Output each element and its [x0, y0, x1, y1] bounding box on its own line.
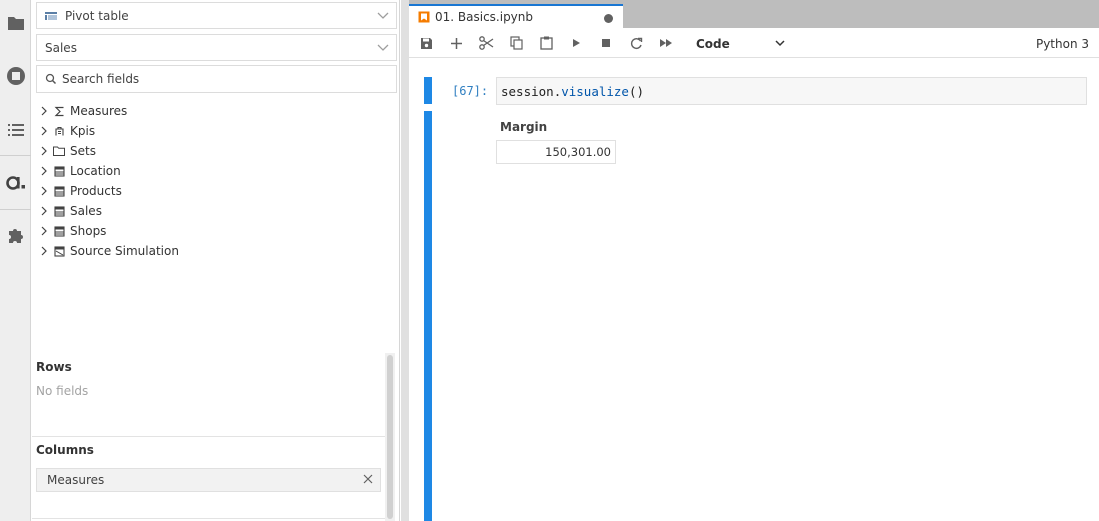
- simulation-icon: [51, 245, 67, 257]
- tab-bar: 01. Basics.ipynb: [409, 0, 1099, 28]
- unsaved-dot-icon[interactable]: [604, 14, 613, 23]
- chevron-right-icon[interactable]: [37, 146, 51, 156]
- scrollbar-thumb[interactable]: [387, 355, 393, 519]
- cube-select[interactable]: Sales: [36, 34, 397, 61]
- running-icon[interactable]: [0, 64, 31, 88]
- notebook-area: [67]: session. visualize() Margin 150,301…: [409, 59, 1099, 521]
- save-icon[interactable]: [417, 34, 435, 52]
- search-fields[interactable]: [36, 65, 397, 93]
- paste-icon[interactable]: [537, 34, 555, 52]
- kpi-icon: [51, 126, 67, 137]
- tree-item-label: Measures: [70, 104, 128, 118]
- tree-item-sales[interactable]: Sales: [37, 201, 392, 221]
- run-icon[interactable]: [567, 34, 585, 52]
- tab-label: 01. Basics.ipynb: [435, 10, 534, 24]
- tree-item-label: Sales: [70, 204, 102, 218]
- extension-icon[interactable]: [0, 224, 31, 248]
- notebook-icon: [418, 11, 430, 23]
- cut-icon[interactable]: [477, 34, 495, 52]
- chevron-right-icon[interactable]: [37, 166, 51, 176]
- search-icon: [45, 73, 57, 85]
- notebook-toolbar: Code Python 3: [409, 28, 1099, 58]
- code-function: visualize: [561, 83, 629, 99]
- rows-section-title: Rows: [36, 360, 72, 374]
- chevron-right-icon[interactable]: [37, 186, 51, 196]
- toc-icon[interactable]: [0, 118, 31, 142]
- tree-item-source-simulation[interactable]: Source Simulation: [37, 241, 392, 261]
- output-pivot-table: Margin 150,301.00: [496, 114, 616, 164]
- tree-item-label: Shops: [70, 224, 107, 238]
- tree-item-label: Products: [70, 184, 122, 198]
- folder-icon: [51, 146, 67, 156]
- tab-notebook[interactable]: 01. Basics.ipynb: [409, 4, 623, 28]
- table-icon: [51, 165, 67, 177]
- pivot-table-icon: [45, 11, 57, 20]
- chevron-right-icon[interactable]: [37, 126, 51, 136]
- stop-icon[interactable]: [597, 34, 615, 52]
- chevron-right-icon[interactable]: [37, 246, 51, 256]
- panel-splitter[interactable]: [401, 0, 409, 521]
- output-collapser[interactable]: [424, 111, 432, 521]
- search-fields-input[interactable]: [62, 72, 362, 86]
- chevron-right-icon[interactable]: [37, 206, 51, 216]
- code-dot: .: [553, 83, 562, 99]
- rows-empty-label: No fields: [36, 384, 89, 398]
- tree-item-label: Location: [70, 164, 121, 178]
- activity-bar: [0, 0, 31, 521]
- atoti-panel: Pivot table Sales Measures Kpis Sets Locati…: [32, 0, 400, 521]
- output-column-header[interactable]: Margin: [496, 114, 616, 140]
- section-divider: [32, 518, 385, 519]
- table-icon: [51, 225, 67, 237]
- table-icon: [51, 205, 67, 217]
- cube-select-value: Sales: [45, 40, 77, 55]
- cell-type-value: Code: [696, 37, 730, 51]
- scrollbar[interactable]: [385, 353, 395, 521]
- code-object: session: [501, 83, 554, 99]
- columns-chip-measures[interactable]: Measures: [36, 468, 381, 492]
- restart-icon[interactable]: [627, 34, 645, 52]
- tree-item-location[interactable]: Location: [37, 161, 392, 181]
- tree-item-label: Kpis: [70, 124, 96, 138]
- widget-select[interactable]: Pivot table: [36, 2, 397, 29]
- chevron-down-icon: [774, 37, 786, 52]
- tree-item-label: Sets: [70, 144, 96, 158]
- tree-item-products[interactable]: Products: [37, 181, 392, 201]
- table-icon: [51, 185, 67, 197]
- tree-item-label: Source Simulation: [70, 244, 179, 258]
- code-args: (): [628, 83, 645, 99]
- cell-type-select[interactable]: Code: [696, 35, 786, 53]
- output-value-cell[interactable]: 150,301.00: [496, 140, 616, 164]
- chevron-down-icon: [376, 41, 390, 58]
- columns-section-title: Columns: [36, 443, 94, 457]
- sigma-icon: [51, 106, 67, 117]
- field-tree: Measures Kpis Sets Location Products Sales Sho…: [37, 101, 392, 261]
- atoti-icon[interactable]: [0, 170, 31, 194]
- tree-item-shops[interactable]: Shops: [37, 221, 392, 241]
- chevron-right-icon[interactable]: [37, 226, 51, 236]
- folder-icon[interactable]: [0, 11, 31, 35]
- tree-item-sets[interactable]: Sets: [37, 141, 392, 161]
- kernel-name[interactable]: Python 3: [1036, 37, 1089, 51]
- widget-select-value: Pivot table: [65, 8, 129, 23]
- section-divider: [32, 436, 385, 437]
- chevron-down-icon: [376, 9, 390, 26]
- fast-forward-icon[interactable]: [657, 34, 675, 52]
- input-collapser[interactable]: [424, 77, 432, 104]
- close-icon[interactable]: [362, 473, 374, 488]
- activity-separator: [0, 209, 31, 210]
- add-cell-icon[interactable]: [447, 34, 465, 52]
- cell-prompt: [67]:: [452, 84, 489, 98]
- activity-separator: [0, 155, 31, 156]
- chip-label: Measures: [47, 473, 105, 487]
- tree-item-kpis[interactable]: Kpis: [37, 121, 392, 141]
- copy-icon[interactable]: [507, 34, 525, 52]
- code-cell-editor[interactable]: session. visualize(): [496, 77, 1087, 105]
- tree-item-measures[interactable]: Measures: [37, 101, 392, 121]
- chevron-right-icon[interactable]: [37, 106, 51, 116]
